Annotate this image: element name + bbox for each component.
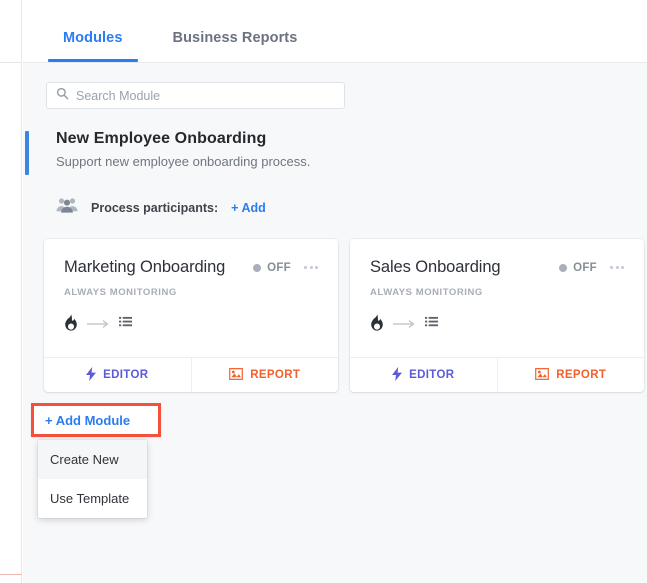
report-button[interactable]: REPORT	[191, 358, 339, 392]
editor-label: EDITOR	[409, 369, 454, 381]
module-flow-row	[370, 314, 624, 336]
add-module-label: + Add Module	[45, 413, 130, 428]
left-rail-bottom-divider	[0, 574, 22, 575]
more-options-icon[interactable]	[610, 266, 624, 269]
more-options-icon[interactable]	[304, 266, 318, 269]
status-label: OFF	[573, 262, 597, 274]
menu-item-use-template[interactable]: Use Template	[38, 479, 147, 518]
add-participant-link[interactable]: + Add	[231, 201, 266, 215]
lightning-bolt-icon	[86, 367, 96, 384]
tab-modules[interactable]: Modules	[57, 30, 129, 62]
list-icon	[119, 316, 132, 334]
module-card-header: Marketing Onboarding OFF	[64, 258, 318, 277]
module-card-footer: EDITOR REPORT	[350, 357, 644, 392]
menu-item-create-new-label: Create New	[50, 452, 119, 467]
tab-bar: Modules Business Reports	[23, 0, 647, 63]
module-card-list: Marketing Onboarding OFF ALWAYS MONITORI…	[44, 239, 644, 392]
menu-item-use-template-label: Use Template	[50, 491, 129, 506]
module-card-meta: ALWAYS MONITORING	[64, 287, 318, 298]
module-card-title: Marketing Onboarding	[64, 258, 225, 277]
lightning-bolt-icon	[392, 367, 402, 384]
participants-label: Process participants:	[91, 201, 218, 215]
module-status: OFF	[559, 262, 624, 274]
search-icon	[56, 87, 69, 105]
app-root: Modules Business Reports New Employe	[0, 0, 647, 583]
left-rail	[0, 0, 22, 583]
content-area: New Employee Onboarding Support new empl…	[23, 63, 647, 583]
report-button[interactable]: REPORT	[497, 358, 645, 392]
process-accent-bar	[25, 131, 29, 175]
search-input[interactable]	[76, 89, 335, 103]
add-module-menu: Create New Use Template	[38, 440, 147, 518]
process-title: New Employee Onboarding	[56, 130, 266, 148]
add-module-button[interactable]: + Add Module	[31, 403, 161, 437]
editor-button[interactable]: EDITOR	[350, 358, 497, 392]
module-card-body: Marketing Onboarding OFF ALWAYS MONITORI…	[44, 239, 338, 357]
flame-icon	[64, 314, 78, 336]
module-card-body: Sales Onboarding OFF ALWAYS MONITORING	[350, 239, 644, 357]
module-card-title: Sales Onboarding	[370, 258, 501, 277]
process-participants-row: Process participants: + Add	[56, 197, 266, 218]
status-dot-icon	[253, 264, 261, 272]
module-card-meta: ALWAYS MONITORING	[370, 287, 624, 298]
search-box[interactable]	[46, 82, 345, 109]
report-image-icon	[535, 368, 549, 383]
menu-item-create-new[interactable]: Create New	[38, 440, 147, 479]
module-card-header: Sales Onboarding OFF	[370, 258, 624, 277]
report-image-icon	[229, 368, 243, 383]
tab-modules-label: Modules	[63, 30, 123, 46]
search-module-wrap	[46, 82, 345, 109]
arrow-right-icon	[87, 316, 110, 334]
status-dot-icon	[559, 264, 567, 272]
tab-business-reports[interactable]: Business Reports	[167, 30, 304, 62]
editor-label: EDITOR	[103, 369, 148, 381]
report-label: REPORT	[556, 369, 606, 381]
left-rail-divider	[0, 62, 22, 63]
module-flow-row	[64, 314, 318, 336]
tab-business-reports-label: Business Reports	[173, 30, 298, 46]
add-module-wrap: + Add Module Create New Use Template	[31, 403, 161, 437]
arrow-right-icon	[393, 316, 416, 334]
people-group-icon	[56, 197, 78, 218]
module-card[interactable]: Marketing Onboarding OFF ALWAYS MONITORI…	[44, 239, 338, 392]
module-status: OFF	[253, 262, 318, 274]
module-card[interactable]: Sales Onboarding OFF ALWAYS MONITORING	[350, 239, 644, 392]
list-icon	[425, 316, 438, 334]
process-subtitle: Support new employee onboarding process.	[56, 154, 310, 169]
module-card-footer: EDITOR REPORT	[44, 357, 338, 392]
flame-icon	[370, 314, 384, 336]
status-label: OFF	[267, 262, 291, 274]
report-label: REPORT	[250, 369, 300, 381]
editor-button[interactable]: EDITOR	[44, 358, 191, 392]
